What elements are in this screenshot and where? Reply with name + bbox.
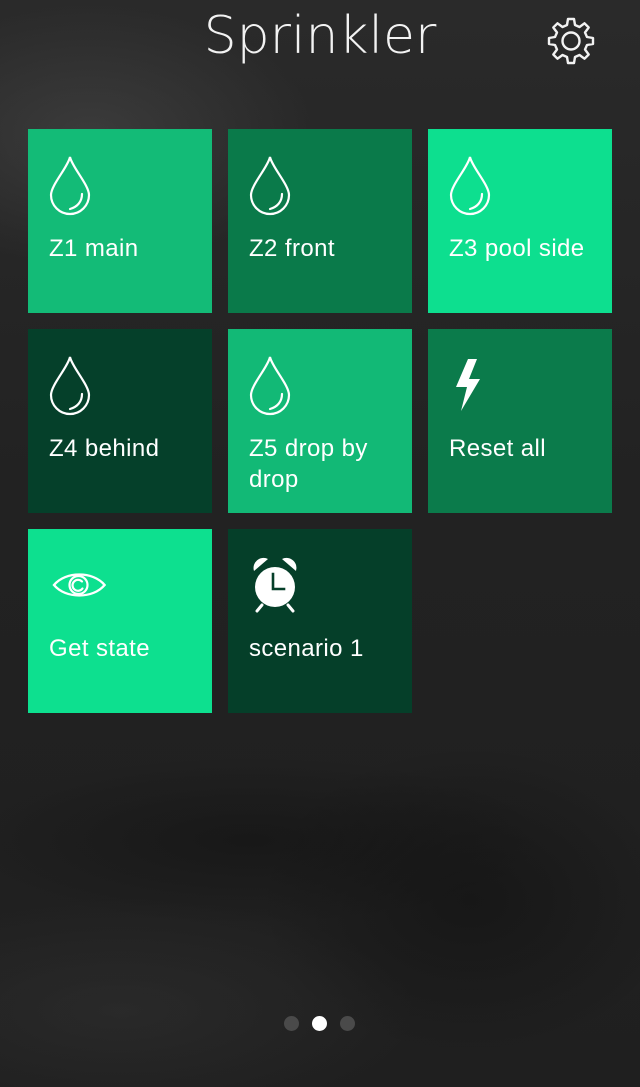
page-dot-3[interactable] [340, 1016, 355, 1031]
tile-label: scenario 1 [249, 635, 364, 662]
tile-reset-all[interactable]: Reset all [428, 329, 612, 513]
tile-z2-front[interactable]: Z2 front [228, 129, 412, 313]
lightning-bolt-icon [456, 359, 480, 411]
tile-z4-behind[interactable]: Z4 behind [28, 329, 212, 513]
tile-label: Reset all [449, 435, 546, 462]
tile-label: Get state [49, 635, 150, 662]
tile-label: Z5 drop by drop [249, 435, 368, 493]
tile-label: Z3 pool side [449, 235, 585, 262]
action-tiles-grid: Z1 main Z2 front Z3 pool side Z4 behind … [28, 129, 612, 713]
tile-label: Z2 front [249, 235, 335, 262]
water-drop-icon [49, 356, 91, 416]
page-title: Sprinkler [203, 6, 437, 66]
tile-z3-pool-side[interactable]: Z3 pool side [428, 129, 612, 313]
page-indicator [0, 1014, 640, 1032]
tile-get-state[interactable]: Get state [28, 529, 212, 713]
tile-z1-main[interactable]: Z1 main [28, 129, 212, 313]
water-drop-icon [249, 356, 291, 416]
water-drop-icon [249, 156, 291, 216]
alarm-clock-icon [253, 557, 297, 613]
tile-label: Z1 main [49, 235, 139, 262]
gear-icon [547, 17, 595, 65]
water-drop-icon [449, 156, 491, 216]
tile-z5-drop-by-drop[interactable]: Z5 drop by drop [228, 329, 412, 513]
page-dot-1[interactable] [284, 1016, 299, 1031]
page-dot-2-active[interactable] [312, 1016, 327, 1031]
water-drop-icon [49, 156, 91, 216]
eye-icon [52, 573, 106, 597]
tile-label: Z4 behind [49, 435, 160, 462]
settings-button[interactable] [545, 15, 597, 67]
header: Sprinkler [0, 0, 640, 90]
tile-scenario-1[interactable]: scenario 1 [228, 529, 412, 713]
